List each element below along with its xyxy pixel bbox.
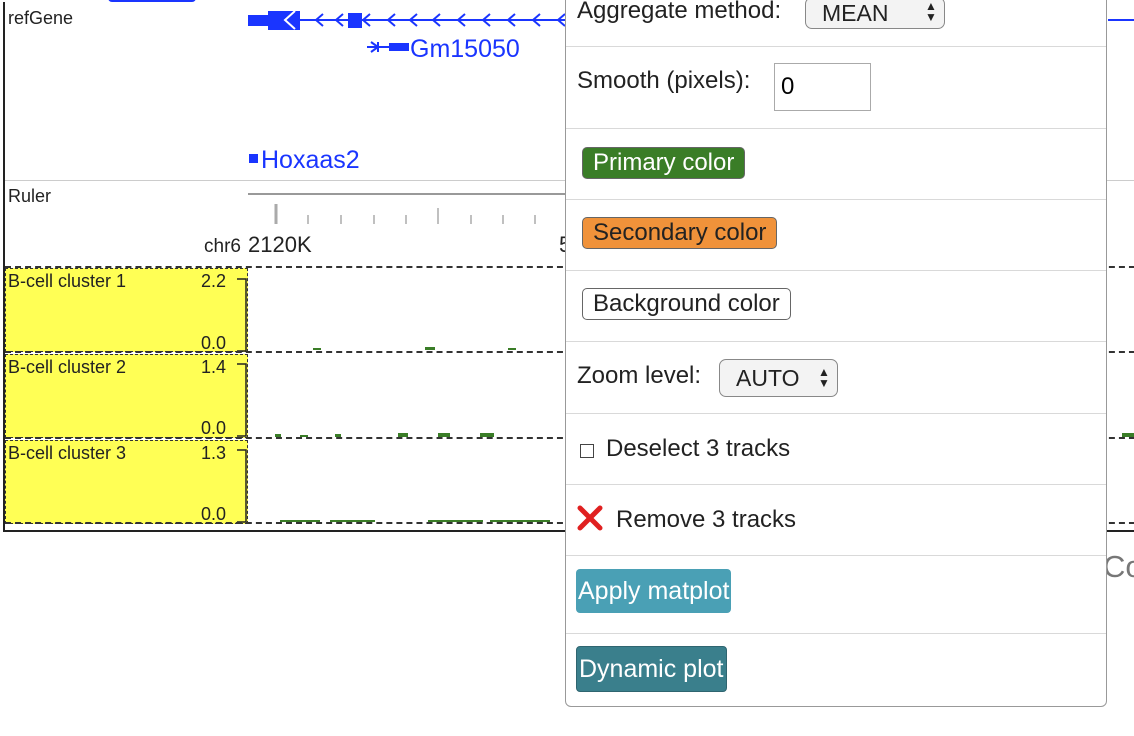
remove-label: Remove 3 tracks [616, 506, 797, 533]
dynamic-plot-row: Dynamic plot [566, 634, 1106, 706]
zoom-label: Zoom level: [577, 362, 702, 389]
cluster-2-min: 0.0 [201, 418, 227, 438]
track-context-menu: Aggregate method: MEAN ▲ ▼ Smooth (pixels… [565, 0, 1107, 707]
cluster-1-max: 2.2 [201, 271, 227, 291]
smooth-label: Smooth (pixels): [577, 67, 751, 94]
chrom-label: chr6 [204, 236, 241, 257]
cluster-2-max: 1.4 [201, 357, 227, 377]
cluster-3-axis [237, 449, 247, 523]
zoom-row: Zoom level: AUTO ▲ ▼ [566, 342, 1106, 414]
aggregate-row: Aggregate method: MEAN ▲ ▼ [566, 0, 1106, 47]
cluster-3-max: 1.3 [201, 443, 227, 463]
cluster-3-label: B-cell cluster 3 [8, 443, 127, 463]
background-color-row: Background color [566, 271, 1106, 342]
partial-right-text: Co [1103, 549, 1134, 584]
ruler-tick-label: 2120K [248, 232, 312, 257]
ruler-graphic [248, 193, 585, 224]
cluster-3-signal[interactable] [250, 514, 570, 526]
dynamic-plot-button[interactable]: Dynamic plot [576, 646, 727, 692]
apply-matplot-row: Apply matplot [566, 556, 1106, 634]
cluster-1-axis [237, 278, 247, 352]
deselect-row[interactable]: Deselect 3 tracks [566, 414, 1106, 485]
background-color-button[interactable]: Background color [582, 288, 791, 320]
cluster-1-label: B-cell cluster 1 [8, 271, 127, 291]
secondary-color-row: Secondary color [566, 200, 1106, 271]
secondary-color-button[interactable]: Secondary color [582, 217, 778, 249]
aggregate-value: MEAN [822, 0, 889, 26]
primary-color-button[interactable]: Primary color [582, 147, 746, 179]
aggregate-select[interactable]: MEAN ▲ ▼ [805, 0, 945, 29]
deselect-label: Deselect 3 tracks [606, 435, 791, 462]
aggregate-label: Aggregate method: [577, 0, 782, 24]
apply-matplot-button[interactable]: Apply matplot [576, 569, 732, 613]
primary-color-row: Primary color [566, 129, 1106, 200]
remove-row[interactable]: Remove 3 tracks [566, 485, 1106, 556]
up-down-arrows-icon: ▲ ▼ [925, 0, 937, 24]
checkbox-icon [580, 444, 594, 458]
x-icon [577, 505, 603, 531]
up-down-arrows-icon: ▲ ▼ [818, 365, 830, 390]
smooth-input[interactable] [774, 63, 871, 111]
zoom-select[interactable]: AUTO ▲ ▼ [719, 359, 838, 397]
cluster-2-label: B-cell cluster 2 [8, 357, 127, 377]
cluster-2-axis [237, 363, 247, 437]
smooth-row: Smooth (pixels): [566, 47, 1106, 129]
right-track-fragments [1108, 19, 1134, 437]
gene-label-hoxaas2[interactable]: Hoxaas2 [261, 146, 360, 175]
gene-label-gm15050[interactable]: Gm15050 [410, 35, 520, 64]
zoom-value: AUTO [736, 365, 800, 391]
